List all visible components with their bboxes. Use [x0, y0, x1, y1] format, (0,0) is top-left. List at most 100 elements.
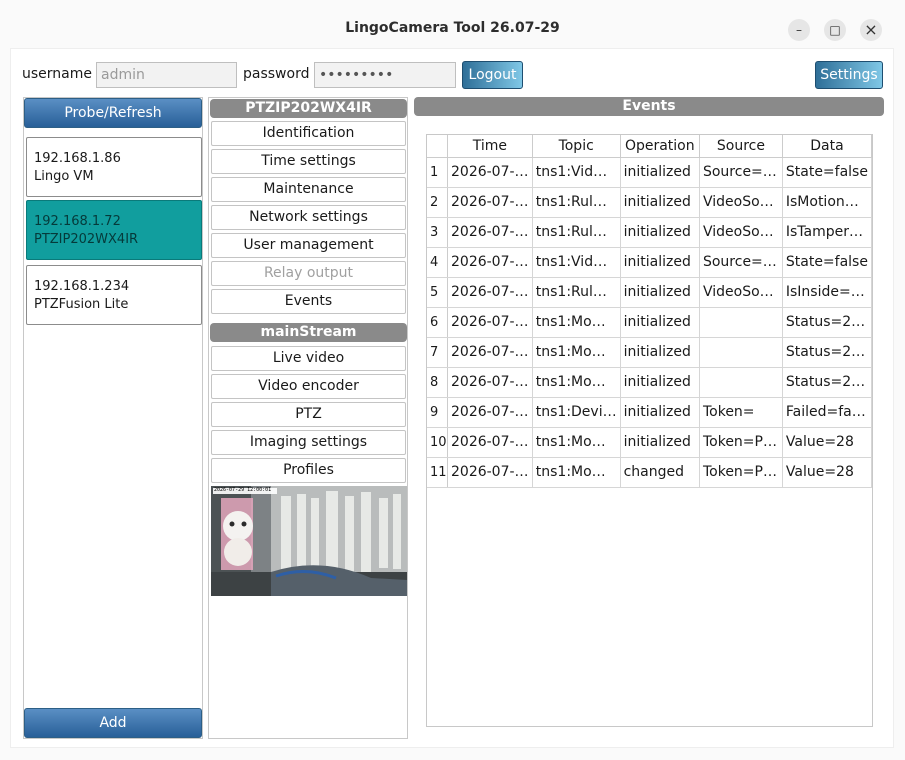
table-header-row: Time Topic Operation Source Data: [427, 135, 873, 158]
cell-source: Source=…: [699, 247, 783, 278]
row-number: 1: [427, 157, 448, 188]
cell-data: IsMotion…: [782, 187, 873, 218]
table-row[interactable]: 9 2026-07-… tns1:Devi… initialized Token= Fai…: [427, 397, 873, 428]
main-content: username password Logout Settings Probe/…: [10, 48, 894, 748]
nav-events[interactable]: Events: [211, 289, 406, 314]
cell-source: [699, 367, 783, 398]
cell-topic: tns1:Mo…: [532, 307, 621, 338]
column-header-source[interactable]: Source: [699, 135, 783, 158]
row-number: 11: [427, 457, 448, 488]
column-header-time[interactable]: Time: [447, 135, 533, 158]
table-row[interactable]: 11 2026-07-… tns1:Mo… changed Token=P… Value=…: [427, 457, 873, 488]
nav-time-settings[interactable]: Time settings: [211, 149, 406, 174]
settings-button[interactable]: Settings: [815, 61, 883, 89]
table-row[interactable]: 5 2026-07-… tns1:Rul… initialized VideoSo… Is…: [427, 277, 873, 308]
cell-topic: tns1:Devi…: [532, 397, 621, 428]
username-input[interactable]: [96, 62, 237, 88]
live-video-preview[interactable]: 2026-07-29 12:00:01: [211, 486, 407, 596]
cell-time: 2026-07-…: [447, 157, 533, 188]
cell-topic: tns1:Mo…: [532, 427, 621, 458]
device-list-panel: Probe/Refresh 192.168.1.86 Lingo VM 192.…: [23, 97, 203, 739]
nav-ptz[interactable]: PTZ: [211, 402, 406, 427]
column-header-data[interactable]: Data: [782, 135, 873, 158]
table-row[interactable]: 8 2026-07-… tns1:Mo… initialized Status=2…: [427, 367, 873, 398]
password-input[interactable]: [314, 62, 456, 88]
camera-snapshot: [211, 486, 407, 596]
events-title: Events: [414, 97, 884, 116]
device-item[interactable]: 192.168.1.86 Lingo VM: [26, 137, 202, 197]
cell-data: Value=28: [782, 457, 873, 488]
minimize-button[interactable]: –: [788, 19, 810, 41]
cell-data: Status=2…: [782, 307, 873, 338]
add-device-button[interactable]: Add: [24, 708, 202, 738]
nav-live-video[interactable]: Live video: [211, 346, 406, 371]
cell-source: Source=…: [699, 157, 783, 188]
events-table-body: 1 2026-07-… tns1:Vid… initialized Source=… St…: [427, 157, 873, 488]
nav-identification[interactable]: Identification: [211, 121, 406, 146]
device-menu-panel: PTZIP202WX4IR Identification Time settin…: [208, 97, 408, 739]
cell-topic: tns1:Vid…: [532, 157, 621, 188]
device-item[interactable]: 192.168.1.234 PTZFusion Lite: [26, 265, 202, 325]
device-menu-header: PTZIP202WX4IR: [210, 99, 407, 118]
cell-topic: tns1:Mo…: [532, 367, 621, 398]
nav-user-management[interactable]: User management: [211, 233, 406, 258]
row-number: 6: [427, 307, 448, 338]
cell-time: 2026-07-…: [447, 307, 533, 338]
row-number: 8: [427, 367, 448, 398]
cell-operation: initialized: [620, 307, 700, 338]
table-row[interactable]: 6 2026-07-… tns1:Mo… initialized Status=2…: [427, 307, 873, 338]
cell-data: Status=2…: [782, 367, 873, 398]
cell-time: 2026-07-…: [447, 247, 533, 278]
table-row[interactable]: 7 2026-07-… tns1:Mo… initialized Status=2…: [427, 337, 873, 368]
table-row[interactable]: 1 2026-07-… tns1:Vid… initialized Source=… St…: [427, 157, 873, 188]
cell-topic: tns1:Vid…: [532, 247, 621, 278]
cell-time: 2026-07-…: [447, 337, 533, 368]
cell-data: IsTamper…: [782, 217, 873, 248]
events-panel: Time Topic Operation Source Data 1 2026-0…: [426, 134, 873, 727]
cell-operation: initialized: [620, 367, 700, 398]
table-row[interactable]: 4 2026-07-… tns1:Vid… initialized Source=… St…: [427, 247, 873, 278]
column-header-operation[interactable]: Operation: [620, 135, 700, 158]
nav-profiles[interactable]: Profiles: [211, 458, 406, 483]
cell-source: Token=: [699, 397, 783, 428]
nav-maintenance[interactable]: Maintenance: [211, 177, 406, 202]
title-bar: LingoCamera Tool 26.07-29 – □ ×: [0, 0, 905, 48]
cell-topic: tns1:Rul…: [532, 217, 621, 248]
probe-refresh-button[interactable]: Probe/Refresh: [24, 98, 202, 128]
cell-operation: initialized: [620, 157, 700, 188]
cell-operation: initialized: [620, 277, 700, 308]
cell-source: VideoSo…: [699, 277, 783, 308]
row-number: 7: [427, 337, 448, 368]
username-label: username: [22, 66, 92, 82]
row-number: 3: [427, 217, 448, 248]
nav-video-encoder[interactable]: Video encoder: [211, 374, 406, 399]
cell-topic: tns1:Mo…: [532, 337, 621, 368]
cell-source: Token=P…: [699, 427, 783, 458]
nav-imaging-settings[interactable]: Imaging settings: [211, 430, 406, 455]
cell-time: 2026-07-…: [447, 457, 533, 488]
logout-button[interactable]: Logout: [462, 61, 523, 89]
cell-time: 2026-07-…: [447, 397, 533, 428]
cell-operation: changed: [620, 457, 700, 488]
cell-data: State=false: [782, 157, 873, 188]
nav-network-settings[interactable]: Network settings: [211, 205, 406, 230]
cell-operation: initialized: [620, 397, 700, 428]
cell-data: IsInside=…: [782, 277, 873, 308]
device-name: PTZFusion Lite: [34, 297, 129, 312]
table-row[interactable]: 10 2026-07-… tns1:Mo… initialized Token=P… Va…: [427, 427, 873, 458]
cell-time: 2026-07-…: [447, 277, 533, 308]
cell-operation: initialized: [620, 217, 700, 248]
column-header-topic[interactable]: Topic: [532, 135, 621, 158]
cell-source: [699, 307, 783, 338]
table-row[interactable]: 2 2026-07-… tns1:Rul… initialized VideoSo… Is…: [427, 187, 873, 218]
cell-data: Failed=fa…: [782, 397, 873, 428]
row-number: 4: [427, 247, 448, 278]
cell-time: 2026-07-…: [447, 427, 533, 458]
close-button[interactable]: ×: [860, 19, 882, 41]
cell-data: Value=28: [782, 427, 873, 458]
device-item-selected[interactable]: 192.168.1.72 PTZIP202WX4IR: [26, 200, 202, 260]
table-row[interactable]: 3 2026-07-… tns1:Rul… initialized VideoSo… Is…: [427, 217, 873, 248]
row-number: 5: [427, 277, 448, 308]
corner-header: [427, 135, 448, 158]
maximize-button[interactable]: □: [824, 19, 846, 41]
